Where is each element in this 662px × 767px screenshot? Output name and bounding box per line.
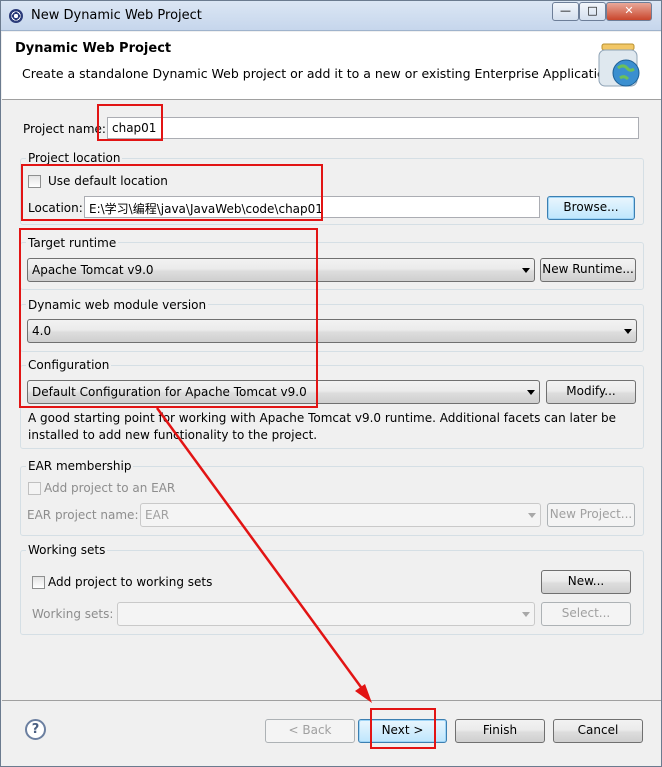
annotation-arrow [155,407,372,703]
